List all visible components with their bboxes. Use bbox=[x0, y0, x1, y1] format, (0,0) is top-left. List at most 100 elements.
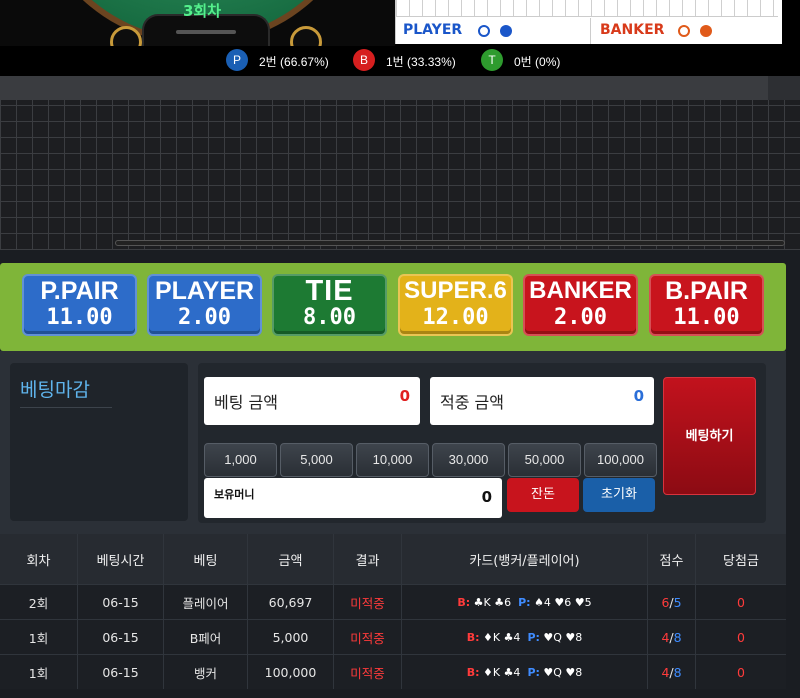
bet-options-panel: P.PAIR 11.00 PLAYER 2.00 TIE 8.00 SUPER.… bbox=[0, 263, 786, 351]
chip-50000-button[interactable]: 50,000 bbox=[508, 443, 581, 477]
scoreboard-grid bbox=[0, 100, 800, 250]
table-video: 3회차 bbox=[0, 0, 395, 46]
row-amount: 100,000 bbox=[248, 655, 334, 689]
bet-tie-button[interactable]: TIE 8.00 bbox=[272, 274, 387, 336]
player-score: 8 bbox=[673, 629, 682, 645]
bet-odds: 8.00 bbox=[303, 305, 356, 330]
row-cards: B: ♣K ♣6 P: ♠4 ♥6 ♥5 bbox=[402, 585, 648, 619]
row-result: 미적중 bbox=[334, 585, 402, 619]
player-dot-icon bbox=[500, 25, 512, 37]
player-ring-icon bbox=[478, 25, 490, 37]
bet-history-table: 회차 베팅시간 베팅 금액 결과 카드(뱅커/플레이어) 점수 당첨금 2회 0… bbox=[0, 534, 786, 698]
betting-status-box: 베팅마감 bbox=[10, 363, 188, 521]
banker-cards: ♦K ♣4 bbox=[483, 665, 521, 679]
chip-30000-button[interactable]: 30,000 bbox=[432, 443, 505, 477]
row-payout: 0 bbox=[737, 664, 745, 680]
player-cards-prefix: P: bbox=[527, 630, 540, 644]
player-score: 8 bbox=[673, 664, 682, 680]
bet-amount-label: 베팅 금액 bbox=[214, 393, 278, 412]
scoreboard-header-edge bbox=[768, 76, 800, 100]
table-row[interactable]: 1회 06-15 B페어 5,000 미적중 B: ♦K ♣4 P: ♥Q ♥8… bbox=[0, 619, 786, 654]
row-bet: B페어 bbox=[164, 620, 248, 654]
banker-score: 4 bbox=[661, 664, 670, 680]
win-amount-value: 0 bbox=[633, 387, 644, 405]
scoreboard-scrollbar[interactable] bbox=[115, 240, 785, 246]
round-label: 3회차 bbox=[183, 2, 222, 20]
bet-entry-box: 베팅 금액 0 적중 금액 0 1,000 5,000 10,000 30,00… bbox=[198, 363, 766, 523]
player-cards: ♥Q ♥8 bbox=[543, 665, 583, 679]
row-score: 4/8 bbox=[648, 620, 696, 654]
row-cards: B: ♦K ♣4 P: ♥Q ♥8 bbox=[402, 655, 648, 689]
banker-dot-icon bbox=[700, 25, 712, 37]
col-payout: 당첨금 bbox=[723, 553, 759, 569]
bead-road-edge bbox=[782, 0, 800, 44]
betting-area: 베팅마감 베팅 금액 0 적중 금액 0 1,000 5,000 10,000 … bbox=[0, 351, 786, 534]
bead-grid bbox=[396, 0, 778, 17]
row-bet: 플레이어 bbox=[164, 585, 248, 619]
bet-player-button[interactable]: PLAYER 2.00 bbox=[147, 274, 262, 336]
balance-label: 보유머니 bbox=[214, 488, 255, 501]
win-amount-field: 적중 금액 0 bbox=[430, 377, 654, 425]
banker-count-badge: B bbox=[353, 49, 375, 71]
change-button[interactable]: 잔돈 bbox=[507, 478, 579, 512]
row-round: 1회 bbox=[0, 655, 78, 689]
col-cards: 카드(뱅커/플레이어) bbox=[402, 534, 648, 584]
banker-cards: ♦K ♣4 bbox=[483, 630, 521, 644]
balance-field: 보유머니 0 bbox=[204, 478, 502, 518]
bet-super6-button[interactable]: SUPER.6 12.00 bbox=[398, 274, 513, 336]
bet-odds: 2.00 bbox=[178, 305, 231, 330]
bet-name: SUPER.6 bbox=[404, 277, 507, 304]
win-amount-label: 적중 금액 bbox=[440, 393, 504, 412]
banker-cards-prefix: B: bbox=[457, 595, 471, 609]
row-cards: B: ♦K ♣4 P: ♥Q ♥8 bbox=[402, 620, 648, 654]
col-result: 결과 bbox=[334, 534, 402, 584]
banker-cards: ♣K ♣6 bbox=[473, 595, 512, 609]
col-score: 점수 bbox=[648, 534, 696, 584]
balance-value: 0 bbox=[481, 488, 492, 506]
bet-odds: 12.00 bbox=[422, 305, 489, 330]
player-count-badge: P bbox=[226, 49, 248, 71]
player-cards: ♥Q ♥8 bbox=[543, 630, 583, 644]
row-time: 06-15 bbox=[78, 585, 164, 619]
bet-player-pair-button[interactable]: P.PAIR 11.00 bbox=[22, 274, 137, 336]
row-result: 미적중 bbox=[334, 655, 402, 689]
banker-count-text: 1번 (33.33%) bbox=[386, 55, 456, 69]
bet-name: B.PAIR bbox=[665, 277, 748, 305]
player-cards-prefix: P: bbox=[527, 665, 540, 679]
bet-odds: 2.00 bbox=[554, 305, 607, 330]
table-row[interactable]: 2회 06-15 플레이어 60,697 미적중 B: ♣K ♣6 P: ♠4 … bbox=[0, 584, 786, 619]
bet-name: TIE bbox=[305, 275, 354, 307]
banker-cards-prefix: B: bbox=[466, 665, 480, 679]
history-header: 회차 베팅시간 베팅 금액 결과 카드(뱅커/플레이어) 점수 당첨금 bbox=[0, 534, 786, 584]
col-time: 베팅시간 bbox=[78, 534, 164, 584]
bet-name: P.PAIR bbox=[40, 277, 119, 305]
chip-1000-button[interactable]: 1,000 bbox=[204, 443, 277, 477]
player-cards: ♠4 ♥6 ♥5 bbox=[534, 595, 592, 609]
bet-amount-field[interactable]: 베팅 금액 0 bbox=[204, 377, 420, 425]
player-count-text: 2번 (66.67%) bbox=[259, 55, 329, 69]
row-score: 6/5 bbox=[648, 585, 696, 619]
chip-5000-button[interactable]: 5,000 bbox=[280, 443, 353, 477]
bet-banker-pair-button[interactable]: B.PAIR 11.00 bbox=[649, 274, 764, 336]
round-handle bbox=[176, 30, 236, 34]
bet-odds: 11.00 bbox=[46, 305, 113, 330]
baccarat-page: 3회차 PLAYER BANKER P 2번 (66.67%) B 1번 (33… bbox=[0, 0, 800, 698]
banker-score: 6 bbox=[661, 594, 670, 610]
row-amount: 5,000 bbox=[248, 620, 334, 654]
bet-odds: 11.00 bbox=[673, 305, 740, 330]
place-bet-button[interactable]: 베팅하기 bbox=[663, 377, 756, 495]
row-result: 미적중 bbox=[334, 620, 402, 654]
bet-name: BANKER bbox=[529, 277, 632, 304]
row-bet: 뱅커 bbox=[164, 655, 248, 689]
chip-10000-button[interactable]: 10,000 bbox=[356, 443, 429, 477]
col-amount: 금액 bbox=[248, 534, 334, 584]
bet-banker-button[interactable]: BANKER 2.00 bbox=[523, 274, 638, 336]
row-payout: 0 bbox=[737, 594, 745, 610]
row-score: 4/8 bbox=[648, 655, 696, 689]
player-cards-prefix: P: bbox=[518, 595, 531, 609]
table-row[interactable]: 1회 06-15 뱅커 100,000 미적중 B: ♦K ♣4 P: ♥Q ♥… bbox=[0, 654, 786, 689]
page-scrollbar[interactable] bbox=[786, 263, 800, 698]
row-time: 06-15 bbox=[78, 620, 164, 654]
chip-100000-button[interactable]: 100,000 bbox=[584, 443, 657, 477]
reset-button[interactable]: 초기화 bbox=[583, 478, 655, 512]
